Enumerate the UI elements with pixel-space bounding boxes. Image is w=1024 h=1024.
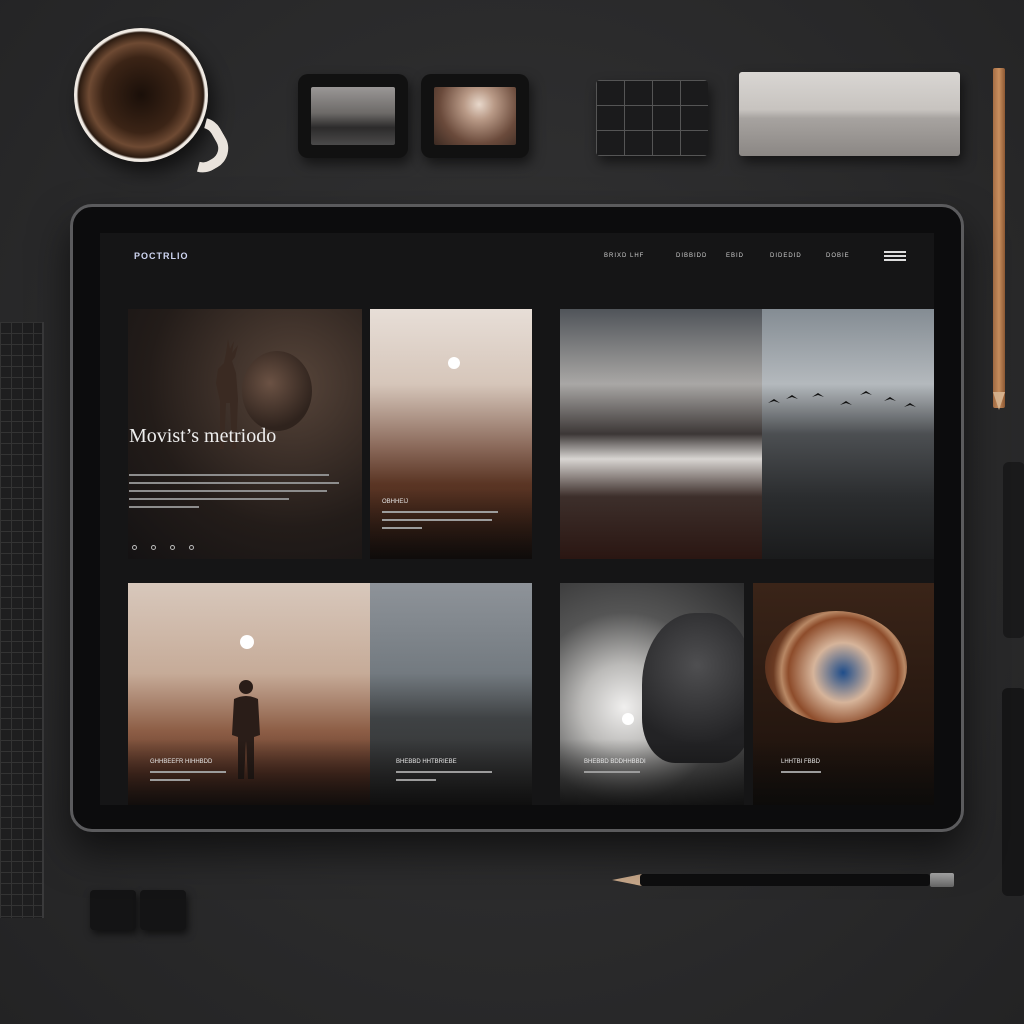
photo-tile-walker[interactable]: GHHBEEFR HIHHBDD xyxy=(128,583,370,805)
grid-block xyxy=(596,80,708,156)
top-navigation: POCTRLIO BRIXD LHF DIBBIDD EBID DIDEDID … xyxy=(100,233,934,283)
nav-item-2[interactable]: DIBBIDD xyxy=(676,253,707,259)
caption-line xyxy=(150,779,190,781)
caption-line xyxy=(382,527,422,529)
ruler xyxy=(0,322,44,918)
mountain-image xyxy=(560,309,762,559)
side-device-1 xyxy=(1003,462,1024,638)
seascape-image xyxy=(762,309,934,559)
nav-item-5[interactable]: DOBIE xyxy=(826,253,850,259)
site-logo[interactable]: POCTRLIO xyxy=(134,251,189,261)
pen xyxy=(612,872,954,888)
caption-bird: BHEBBD BDDHHBBDI xyxy=(584,759,646,765)
caption-line xyxy=(382,519,492,521)
landscape-card xyxy=(739,72,960,156)
caption-line xyxy=(584,771,640,773)
pencil-tip xyxy=(993,392,1005,410)
birds-icon xyxy=(768,391,916,407)
sun-icon xyxy=(622,713,634,725)
nav-item-4[interactable]: DIDEDID xyxy=(770,253,802,259)
hero-tile[interactable]: Movist’s metriodo xyxy=(128,309,362,559)
photo-tile-sun[interactable]: OBHHEIJ xyxy=(370,309,532,559)
pencil xyxy=(993,68,1005,408)
tablet-screen: POCTRLIO BRIXD LHF DIBBIDD EBID DIDEDID … xyxy=(100,233,934,805)
photo-thumbnail-1 xyxy=(298,74,408,158)
photo-tile-bird[interactable]: BHEBBD BDDHHBBDI xyxy=(560,583,744,805)
sphere-image xyxy=(242,351,312,431)
hero-title: Movist’s metriodo xyxy=(129,425,277,447)
caption-line xyxy=(396,779,436,781)
hero-description xyxy=(129,474,349,514)
photo-thumbnail-2 xyxy=(421,74,529,158)
photo-tile-coast[interactable]: BHEBBD HHTBRIEBE xyxy=(370,583,532,805)
hamburger-icon[interactable] xyxy=(884,251,906,261)
photo-tile-landscape[interactable] xyxy=(560,309,934,559)
tablet-device: POCTRLIO BRIXD LHF DIBBIDD EBID DIDEDID … xyxy=(70,204,964,832)
caption-line xyxy=(150,771,226,773)
caption-line xyxy=(382,511,498,513)
nav-item-1[interactable]: BRIXD LHF xyxy=(604,253,644,259)
caption-coast: BHEBBD HHTBRIEBE xyxy=(396,759,457,765)
nav-item-3[interactable]: EBID xyxy=(726,253,744,259)
side-device-2 xyxy=(1002,688,1024,896)
caption-line xyxy=(781,771,821,773)
caption-walker: GHHBEEFR HIHHBDD xyxy=(150,759,213,765)
sun-icon xyxy=(240,635,254,649)
sun-icon xyxy=(448,357,460,369)
photo-tile-bowl[interactable]: LHHTBI FBBD xyxy=(753,583,934,805)
bowl-image xyxy=(765,611,907,723)
caption-line xyxy=(396,771,492,773)
caption-bowl: LHHTBI FBBD xyxy=(781,759,821,765)
desk-blocks xyxy=(90,890,188,930)
pagination-dots-icon[interactable] xyxy=(132,545,194,550)
caption-sun: OBHHEIJ xyxy=(382,499,409,505)
